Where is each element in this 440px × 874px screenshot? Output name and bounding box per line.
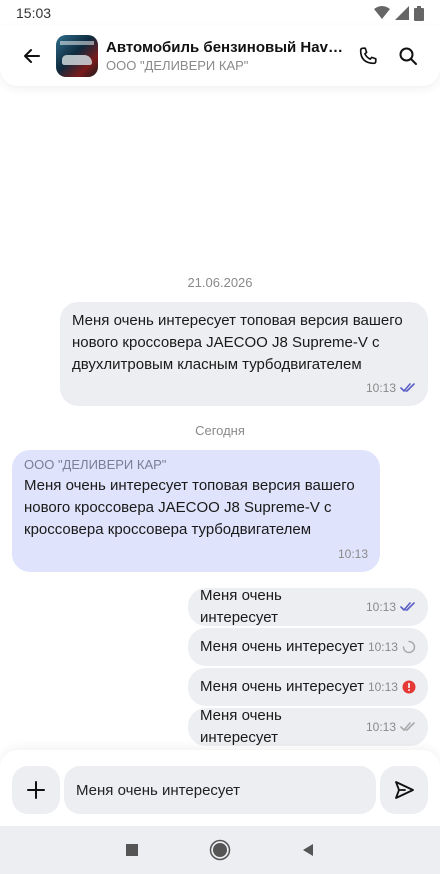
message-outgoing[interactable]: Меня очень интересует 10:13 [188, 707, 428, 746]
chat-title-block[interactable]: Автомобиль бензиновый Haval J... ООО "ДЕ… [106, 39, 348, 73]
status-time: 15:03 [16, 5, 52, 21]
message-time: 10:13 [367, 640, 398, 654]
message-sender: ООО "ДЕЛИВЕРИ КАР" [24, 457, 167, 472]
message-text: Меня очень интересует [200, 587, 282, 626]
arrow-left-icon [24, 49, 40, 63]
search-icon [399, 47, 417, 65]
message-outgoing[interactable]: Меня очень интересует 10:13 [188, 587, 428, 626]
message-meta: 10:13 [366, 716, 416, 738]
back-button[interactable] [10, 34, 54, 78]
message-meta: 10:13 [366, 377, 416, 399]
message-text: Меня очень интересует [200, 707, 282, 746]
home-icon[interactable] [209, 839, 231, 861]
message-meta: 10:13 [368, 676, 416, 698]
chat-header: Автомобиль бензиновый Haval J... ООО "ДЕ… [0, 26, 440, 86]
message-text: Меня очень интересует топовая версия ваш… [24, 477, 355, 538]
sending-spinner-icon [402, 640, 416, 654]
attach-button[interactable] [12, 766, 60, 814]
message-time: 10:13 [337, 547, 368, 561]
message-text: Меня очень интересует топовая версия ваш… [72, 312, 403, 373]
error-icon[interactable] [402, 680, 416, 694]
battery-icon [414, 5, 424, 21]
call-button[interactable] [348, 36, 388, 76]
message-time: 10:13 [365, 600, 396, 614]
double-check-delivered-icon [400, 722, 415, 731]
status-icons [374, 5, 424, 21]
send-button[interactable] [380, 766, 428, 814]
composer [0, 750, 440, 826]
message-text: Меня очень интересует [200, 678, 364, 695]
date-separator: Сегодня [195, 423, 245, 438]
recents-icon[interactable] [125, 843, 139, 857]
message-outgoing[interactable]: Меня очень интересует 10:13 [188, 628, 428, 666]
plus-icon [27, 781, 45, 799]
message-time: 10:13 [367, 680, 398, 694]
signal-icon [395, 6, 409, 20]
double-check-read-icon [400, 602, 415, 611]
double-check-read-icon [400, 383, 415, 392]
message-time: 10:13 [365, 381, 396, 395]
message-time: 10:13 [365, 720, 396, 734]
phone-icon [359, 47, 377, 65]
message-meta: 10:13 [338, 543, 368, 565]
message-incoming[interactable]: ООО "ДЕЛИВЕРИ КАР" Меня очень интересует… [12, 450, 380, 572]
message-text: Меня очень интересует [200, 638, 364, 655]
send-icon [395, 781, 414, 799]
chat-subtitle: ООО "ДЕЛИВЕРИ КАР" [106, 58, 249, 73]
chat-messages[interactable]: 21.06.2026 Меня очень интересует топовая… [0, 86, 440, 750]
chat-title: Автомобиль бензиновый Haval J... [106, 39, 348, 56]
avatar[interactable] [56, 35, 98, 77]
status-bar: 15:03 [0, 0, 440, 26]
back-nav-icon[interactable] [301, 843, 315, 857]
message-meta: 10:13 [368, 636, 416, 658]
message-outgoing[interactable]: Меня очень интересует 10:13 [188, 668, 428, 706]
date-separator: 21.06.2026 [187, 275, 253, 290]
message-outgoing[interactable]: Меня очень интересует топовая версия ваш… [60, 302, 428, 406]
message-meta: 10:13 [366, 596, 416, 618]
system-nav-bar [0, 826, 440, 874]
message-input[interactable] [64, 766, 376, 814]
wifi-icon [374, 6, 390, 19]
search-button[interactable] [388, 36, 428, 76]
